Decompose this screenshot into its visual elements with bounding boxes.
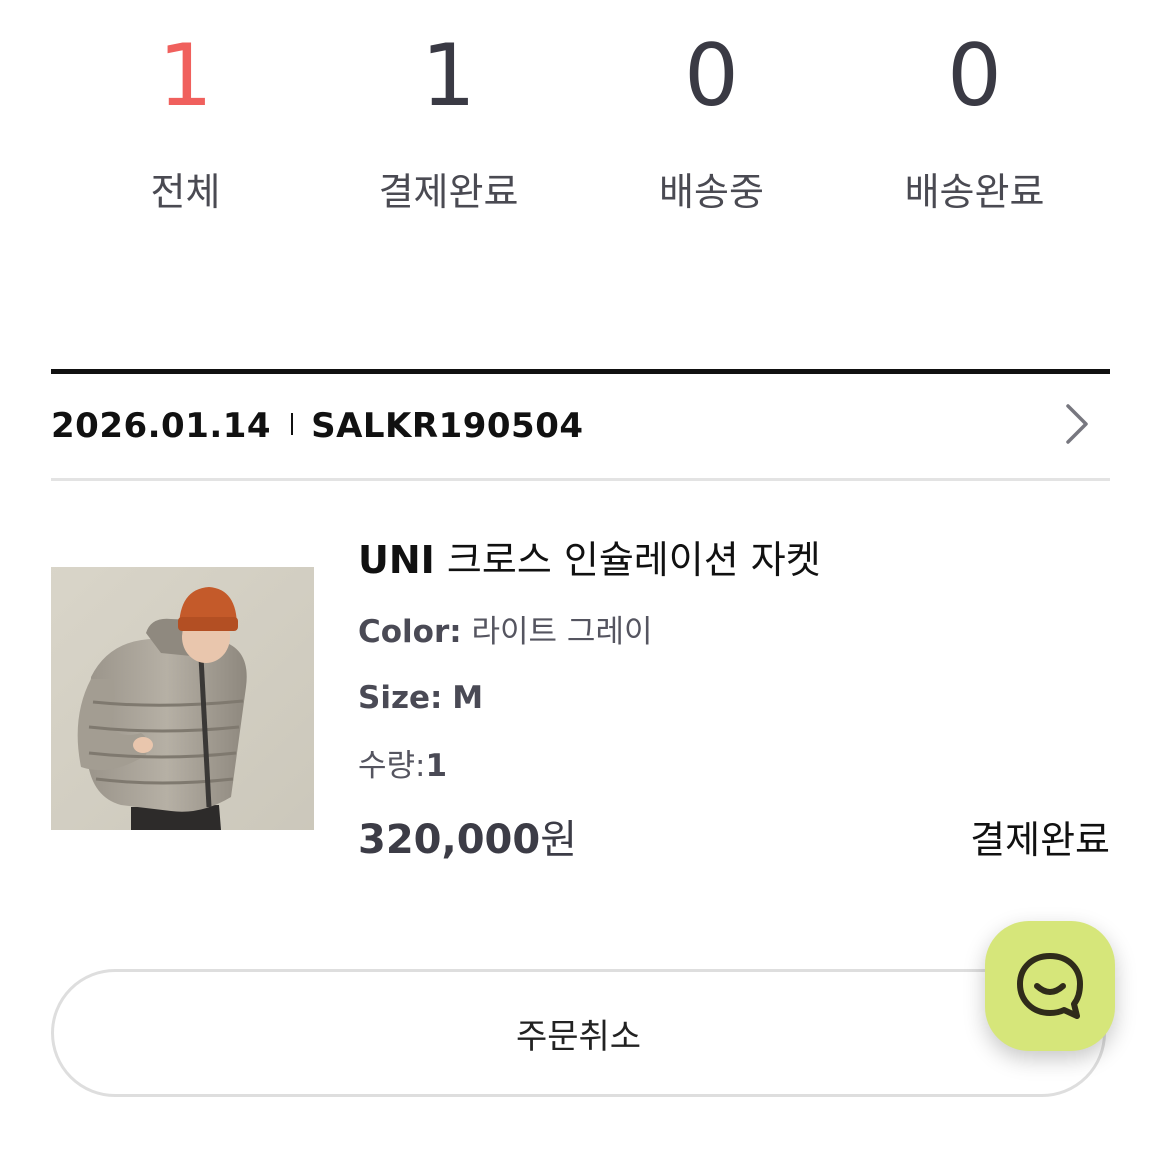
- order-date: 2026.01.14: [51, 406, 272, 446]
- option-size-key: Size:: [358, 680, 443, 716]
- product-option-quantity: 수량:1: [358, 746, 447, 786]
- status-all-count: 1: [158, 26, 213, 126]
- status-shipping-label: 배송중: [659, 170, 764, 214]
- status-delivered-label: 배송완료: [904, 170, 1045, 214]
- order-card: 2026.01.14 SALKR190504: [51, 369, 1110, 481]
- separator: [291, 413, 294, 435]
- order-status-summary: 1 전체 1 결제완료 0 배송중 0 배송완료: [54, 28, 1106, 228]
- option-qty-value: 1: [425, 748, 448, 784]
- product-brand: UNI: [358, 538, 435, 582]
- order-number: SALKR190504: [311, 406, 584, 446]
- option-color-value: 라이트 그레이: [471, 614, 653, 650]
- product-option-size: Size: M: [358, 678, 483, 718]
- product-title: 크로스 인슐레이션 자켓: [446, 538, 821, 582]
- status-paid-count: 1: [421, 26, 476, 126]
- status-paid[interactable]: 1 결제완료: [317, 28, 580, 228]
- status-all-label: 전체: [150, 170, 221, 214]
- product-price: 320,000원: [358, 816, 577, 864]
- status-paid-label: 결제완료: [378, 170, 519, 214]
- order-status-badge: 결제완료: [970, 818, 1110, 862]
- product-name[interactable]: UNI 크로스 인슐레이션 자켓: [358, 536, 821, 584]
- price-unit: 원: [540, 817, 577, 863]
- status-all[interactable]: 1 전체: [54, 28, 317, 228]
- option-qty-key: 수량:: [358, 748, 426, 784]
- chevron-right-icon[interactable]: [1062, 402, 1092, 446]
- order-product: UNI 크로스 인슐레이션 자켓 Color: 라이트 그레이 Size: M …: [51, 530, 1110, 870]
- cancel-order-button[interactable]: 주문취소: [51, 969, 1106, 1097]
- chat-button[interactable]: [985, 921, 1115, 1051]
- status-shipping[interactable]: 0 배송중: [580, 28, 843, 228]
- product-image[interactable]: [51, 567, 314, 830]
- price-amount: 320,000: [358, 817, 541, 863]
- chat-smile-icon: [1017, 953, 1083, 1019]
- option-size-value: M: [452, 680, 484, 716]
- status-delivered-count: 0: [947, 26, 1002, 126]
- status-delivered[interactable]: 0 배송완료: [843, 28, 1106, 228]
- status-shipping-count: 0: [684, 26, 739, 126]
- product-photo: [51, 567, 314, 830]
- order-header[interactable]: 2026.01.14 SALKR190504: [51, 374, 1110, 481]
- option-color-key: Color:: [358, 614, 462, 650]
- product-option-color: Color: 라이트 그레이: [358, 612, 653, 652]
